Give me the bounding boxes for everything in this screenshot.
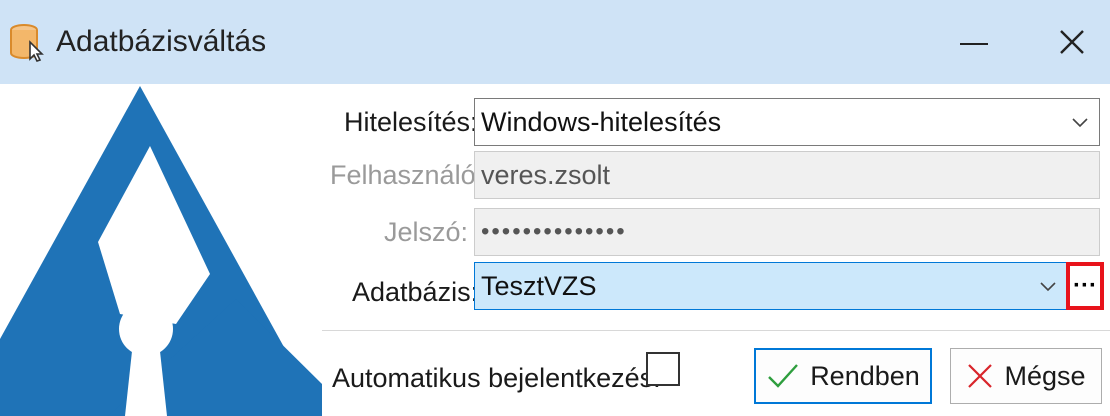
close-icon: [1060, 30, 1084, 54]
password-value: ••••••••••••••: [481, 218, 627, 245]
ok-button[interactable]: Rendben: [754, 348, 932, 404]
chevron-down-icon: [1040, 282, 1056, 292]
auth-combobox[interactable]: Windows-hitelesítés: [474, 98, 1100, 146]
chevron-down-icon: [1072, 118, 1088, 128]
cancel-button[interactable]: Mégse: [950, 348, 1102, 404]
minimize-icon: [960, 43, 988, 45]
username-label: Felhasználó:: [330, 160, 484, 190]
mountain-keyhole-logo: [0, 86, 322, 416]
ellipsis-icon: ···: [1073, 272, 1097, 299]
minimize-button[interactable]: [944, 12, 1004, 72]
username-value: veres.zsolt: [481, 160, 611, 190]
database-label: Adatbázis:: [352, 277, 479, 307]
database-icon: [8, 22, 48, 62]
password-label: Jelszó:: [384, 217, 469, 247]
database-value: TesztVZS: [481, 271, 597, 301]
auth-value: Windows-hitelesítés: [481, 107, 722, 137]
password-field[interactable]: ••••••••••••••: [474, 208, 1100, 256]
close-button[interactable]: [1042, 12, 1102, 72]
close-icon: [968, 364, 993, 388]
username-field[interactable]: veres.zsolt: [474, 151, 1100, 199]
autologin-checkbox[interactable]: [646, 352, 680, 386]
autologin-label: Automatikus bejelentkezés:: [332, 363, 661, 393]
divider: [322, 330, 1110, 331]
database-combobox[interactable]: TesztVZS: [474, 262, 1068, 310]
browse-database-button[interactable]: ···: [1066, 262, 1104, 310]
auth-label: Hitelesítés:: [344, 107, 478, 137]
cancel-label: Mégse: [1004, 360, 1086, 391]
title-bar: Adatbázisváltás: [0, 0, 1110, 84]
ok-label: Rendben: [810, 360, 920, 391]
checkmark-icon: [768, 364, 799, 388]
window-title: Adatbázisváltás: [56, 25, 267, 58]
